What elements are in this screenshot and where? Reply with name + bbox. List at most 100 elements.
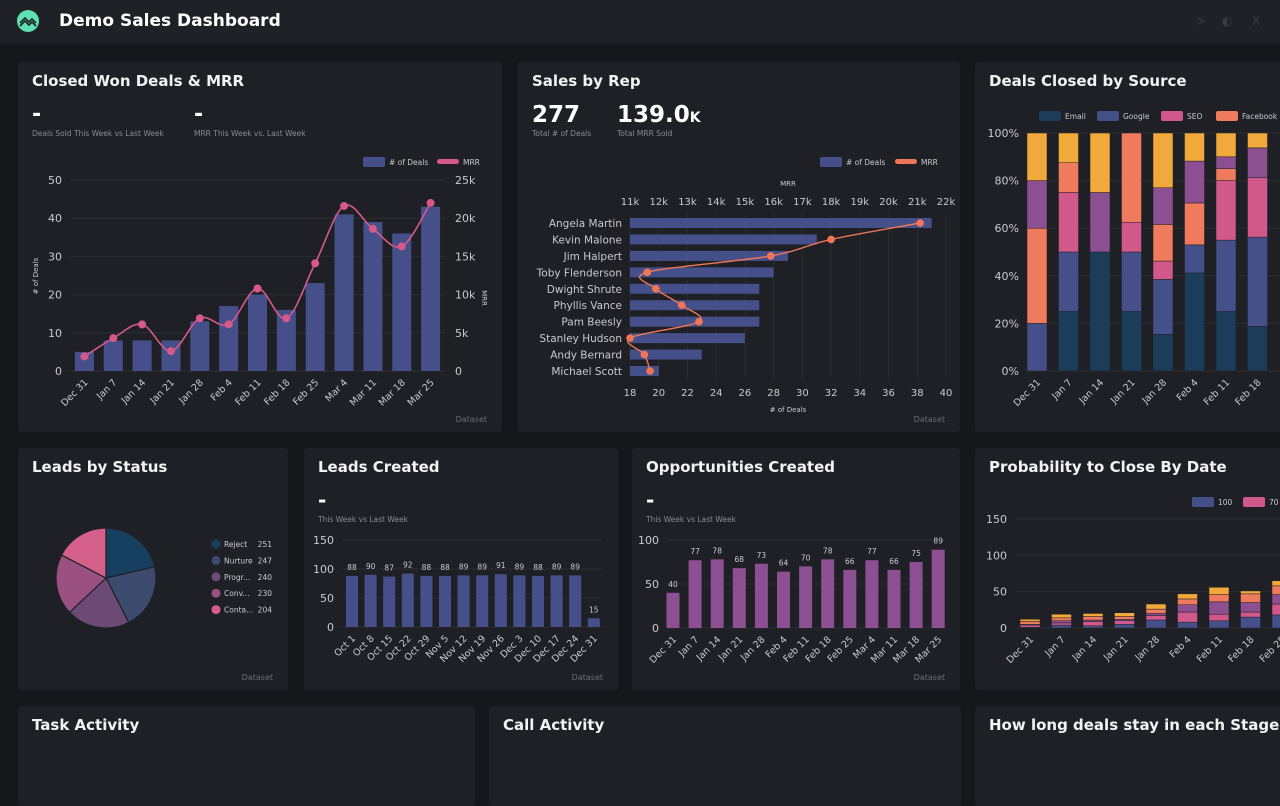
bar-segment — [1215, 132, 1237, 158]
bar-deals — [421, 206, 441, 371]
mrr-point — [166, 347, 175, 356]
dataset-link[interactable]: Dataset — [456, 415, 487, 424]
mrr-point — [766, 252, 775, 260]
bar-segment — [1058, 251, 1079, 312]
bar-segment — [1247, 177, 1268, 238]
bar-segment — [1026, 323, 1048, 372]
y-tick-label: 50 — [320, 592, 334, 605]
y-tick-label: 60% — [995, 222, 1019, 235]
mrr-point — [397, 242, 406, 251]
legend-value: 240 — [258, 573, 273, 582]
x2-tick-label: 22k — [937, 197, 956, 208]
bar — [494, 574, 507, 627]
x-tick-label: Jan 14 — [694, 634, 724, 664]
y-tick-label: 100 — [986, 549, 1007, 562]
chevron-right-icon[interactable]: > — [1196, 14, 1206, 28]
bar-segment — [1240, 611, 1261, 618]
bar-segment — [1184, 132, 1205, 162]
bar-segment — [1121, 251, 1142, 312]
bar-segment — [1026, 227, 1048, 324]
bar — [710, 559, 724, 628]
bar-segment — [1121, 132, 1142, 223]
legend-label: # of Deals — [846, 158, 885, 167]
legend-label: Nurture — [224, 556, 253, 565]
x-tick-label: Feb 4 — [209, 377, 235, 403]
legend-value: 204 — [258, 606, 273, 615]
dataset-link[interactable]: Dataset — [914, 415, 945, 424]
dataset-link[interactable]: Dataset — [914, 673, 945, 682]
bar-segment — [1082, 625, 1104, 629]
bar-segment — [1121, 311, 1142, 372]
dataset-link[interactable]: Dataset — [242, 673, 273, 682]
bar-segment — [1208, 587, 1230, 595]
bar-segment — [1177, 611, 1198, 623]
legend-swatch — [1192, 497, 1214, 507]
legend-swatch — [1161, 111, 1183, 121]
data-label: 78 — [712, 546, 722, 555]
dataset-link[interactable]: Dataset — [572, 673, 603, 682]
logo-icon — [17, 10, 39, 32]
bar-segment — [1145, 603, 1167, 610]
legend-label: Conta... — [224, 606, 253, 615]
legend-swatch — [211, 588, 221, 598]
bar-segment — [1247, 132, 1268, 149]
bar-segment — [1177, 598, 1198, 605]
rep-name: Michael Scott — [551, 366, 622, 378]
bar — [799, 566, 813, 628]
bar — [587, 618, 600, 627]
bar-segment — [1114, 620, 1135, 625]
y-tick-label: 0 — [1000, 622, 1007, 635]
x-tick-label: Jan 28 — [1140, 377, 1170, 407]
bar — [364, 574, 377, 627]
sales-by-rep-card: Sales by Rep 277 Total # of Deals 139.0K… — [518, 62, 960, 432]
bar-segment — [1051, 617, 1072, 621]
bar-segment — [1152, 260, 1174, 280]
task-activity-card: Task Activity — [18, 706, 475, 806]
bar-deals — [363, 222, 383, 371]
close-icon[interactable]: X — [1252, 14, 1260, 28]
y-tick-label: 50 — [48, 174, 62, 187]
mrr-point — [224, 320, 233, 329]
x-tick-label: Feb 25 — [1258, 634, 1280, 664]
bar-deals — [190, 321, 210, 371]
x-tick-label: Feb 18 — [1233, 377, 1263, 407]
bar — [666, 592, 680, 628]
bar-segment — [1051, 622, 1072, 626]
x-tick-label: Jan 14 — [1077, 377, 1107, 407]
y-tick-label: 100 — [313, 563, 334, 576]
legend-swatch — [820, 157, 842, 167]
rep-name: Kevin Malone — [552, 234, 622, 246]
bar — [909, 562, 923, 628]
y-tick-label: 150 — [313, 534, 334, 547]
bar-segment — [1208, 613, 1230, 621]
card-title: Call Activity — [503, 716, 605, 734]
bar-segment — [1145, 615, 1167, 621]
bar-segment — [1051, 624, 1072, 629]
deals-by-source-card: Deals Closed by Source 0% 20% 40% 60% 80% 100… — [975, 62, 1280, 432]
bar — [569, 575, 582, 627]
legend-value: 247 — [258, 556, 273, 565]
rep-name: Dwight Shrute — [547, 284, 622, 296]
y2-tick-label: 10k — [455, 289, 476, 302]
deal-stage-card: How long deals stay in each Stage & Over… — [975, 706, 1280, 806]
legend-value: 230 — [258, 589, 273, 598]
bar-segment — [1152, 132, 1174, 188]
app-title: Demo Sales Dashboard — [59, 11, 281, 31]
x-tick-label: 30 — [796, 388, 809, 399]
x-tick-label: Jan 7 — [94, 377, 119, 402]
bar-segment — [1058, 132, 1079, 163]
data-label: 77 — [867, 547, 877, 556]
x-tick-label: 28 — [767, 388, 780, 399]
x-tick-label: Dec 31 — [1012, 377, 1043, 408]
theme-icon[interactable]: ◐ — [1222, 14, 1232, 28]
x-tick-label: Feb 4 — [1175, 377, 1201, 403]
leads-by-status-card: Leads by Status Reject 251 Nurture 247 Progr… — [18, 448, 288, 690]
legend-swatch — [211, 555, 221, 565]
x-tick-label: Jan 21 — [148, 377, 178, 407]
y-tick-label: 0% — [1002, 365, 1019, 378]
y-tick-label: 40% — [995, 270, 1019, 283]
bar-segment — [1215, 168, 1237, 181]
bar-segment — [1026, 180, 1048, 229]
app-header: Demo Sales Dashboard > ◐ X — [0, 0, 1280, 44]
x-tick-label: Dec 31 — [1005, 634, 1036, 665]
